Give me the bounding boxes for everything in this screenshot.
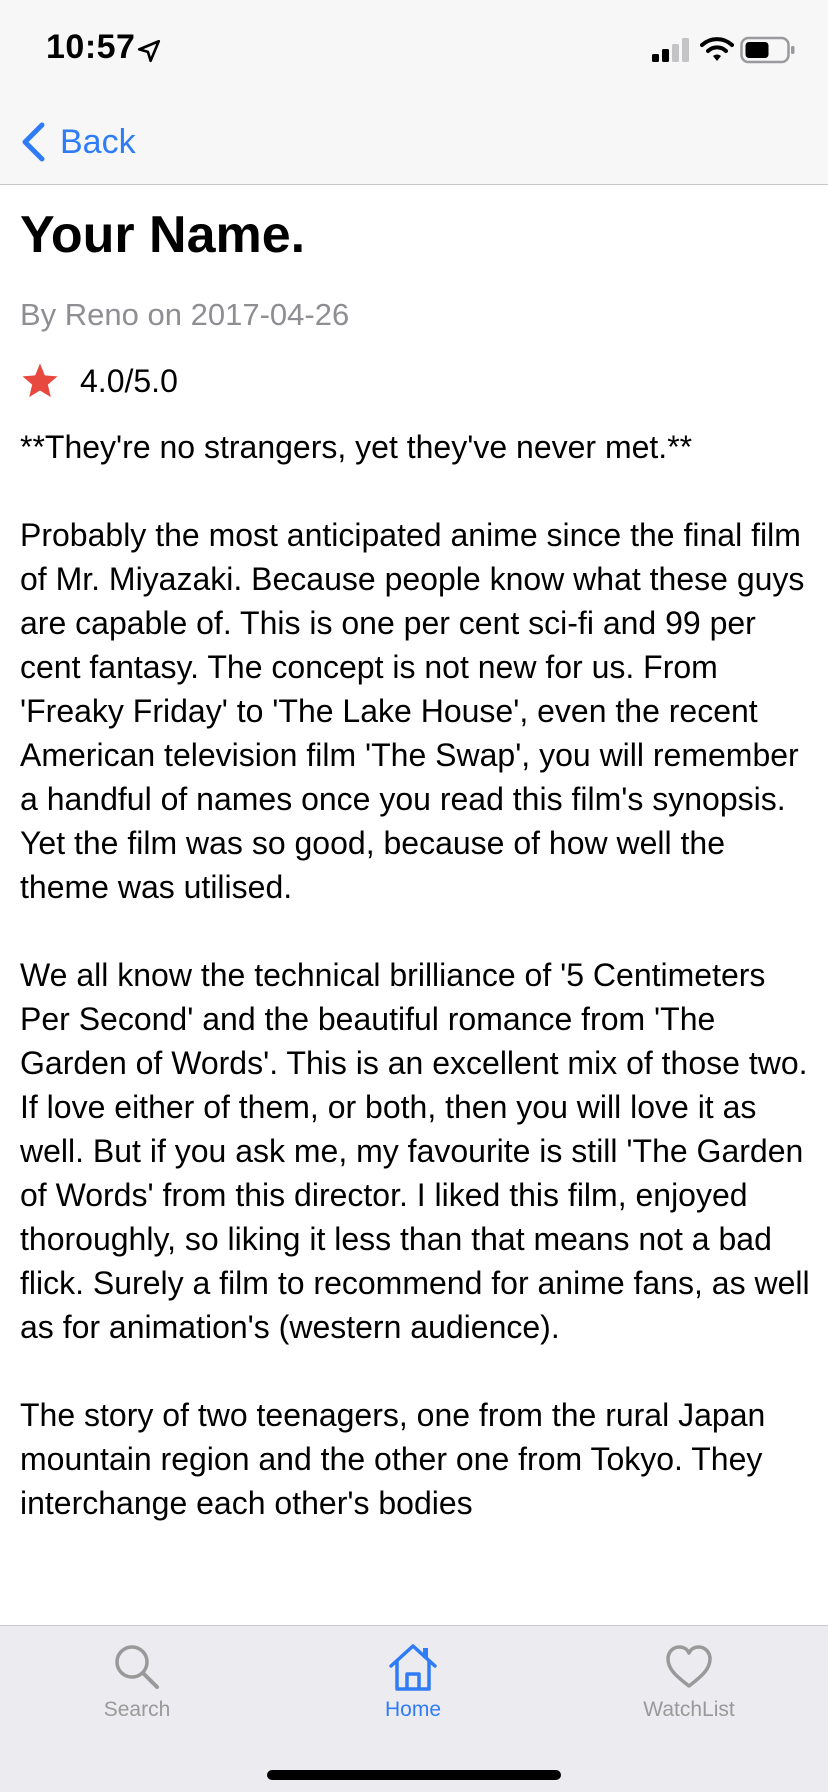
tab-search-label: Search (103, 1698, 171, 1721)
home-indicator[interactable] (267, 1770, 561, 1780)
review-content[interactable]: Your Name. By Reno on 2017-04-26 4.0/5.0… (0, 185, 828, 1625)
star-icon (22, 363, 58, 398)
cellular-signal-icon (652, 38, 689, 62)
rating-row: 4.0/5.0 (20, 361, 178, 401)
status-bar: 10:57 (0, 0, 828, 100)
tab-bar: Search Home WatchList (0, 1625, 828, 1792)
rating-text: 4.0/5.0 (80, 362, 178, 399)
review-body: **They're no strangers, yet they've neve… (20, 425, 810, 1569)
review-detail-screen: 10:57 Back Your Name. By Reno on 2017-04… (0, 0, 828, 1792)
tab-home[interactable]: Home (323, 1642, 503, 1722)
tab-search[interactable]: Search (47, 1642, 227, 1722)
tab-home-label: Home (384, 1698, 442, 1721)
tab-watchlist-label: WatchList (643, 1698, 735, 1721)
review-byline: By Reno on 2017-04-26 (20, 297, 350, 332)
heart-icon (666, 1645, 712, 1688)
review-paragraph: The story of two teenagers, one from the… (20, 1397, 766, 1521)
location-arrow-icon (137, 39, 161, 63)
chevron-left-icon (22, 122, 45, 162)
review-paragraph: We all know the technical brilliance of … (20, 957, 810, 1345)
review-title: Your Name. (20, 206, 306, 264)
wifi-icon (700, 37, 734, 61)
status-time: 10:57 (46, 28, 136, 66)
back-button[interactable]: Back (20, 118, 136, 166)
home-icon (389, 1644, 437, 1691)
tab-watchlist[interactable]: WatchList (599, 1642, 779, 1722)
review-paragraph: **They're no strangers, yet they've neve… (20, 429, 693, 465)
battery-icon (740, 36, 795, 64)
navigation-bar: Back (0, 100, 828, 185)
search-icon (115, 1645, 159, 1689)
review-paragraph: Probably the most anticipated anime sinc… (20, 517, 805, 905)
back-label: Back (60, 122, 136, 161)
